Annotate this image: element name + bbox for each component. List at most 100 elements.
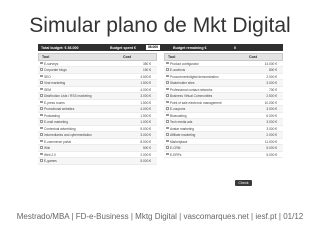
budget-spent-value: 36.000 <box>147 45 159 49</box>
tool-name: E-press rooms <box>44 100 65 105</box>
tool-checkbox[interactable] <box>166 139 169 143</box>
tool-cost: 1.500 € <box>140 81 151 85</box>
tool-name: Product configurator <box>170 61 199 66</box>
tool-checkbox[interactable] <box>40 159 43 162</box>
slide-title: Simular plano de Mkt Digital <box>29 14 291 37</box>
tool-checkbox[interactable] <box>40 74 43 78</box>
simulator-app: Total budget: € 36.000 Budget spent € 36… <box>38 44 283 194</box>
tool-checkbox[interactable] <box>166 120 169 123</box>
tool-cost: 6.000 € <box>266 113 277 118</box>
tool-cost: 2.000 € <box>266 74 277 79</box>
tool-checkbox[interactable] <box>40 81 43 84</box>
tool-cost: 14.000 € <box>264 61 277 66</box>
tool-cost: 350 € <box>143 61 151 66</box>
tool-name: Podcasting <box>44 113 60 118</box>
tool-checkbox[interactable] <box>40 61 43 65</box>
tool-list-right: Tool Cost Product configurator 14.000 € E-… <box>164 53 283 158</box>
budget-spent-label: Budget spent € <box>110 45 136 50</box>
tool-name: Professional contact networks <box>170 87 213 92</box>
tool-checkbox[interactable] <box>40 107 43 110</box>
tool-checkbox[interactable] <box>40 126 43 130</box>
tool-row[interactable]: E-ERPs 5.000 € <box>164 152 283 158</box>
tool-checkbox[interactable] <box>40 146 43 149</box>
tool-checkbox[interactable] <box>40 133 43 136</box>
tool-name: E-CRM <box>170 146 181 150</box>
tool-name: E-mail marketing <box>44 120 68 124</box>
tool-cost: 5.000 € <box>266 152 277 157</box>
tool-name: Corporate blogs <box>44 68 67 72</box>
tool-checkbox[interactable] <box>40 139 43 143</box>
tool-checkbox[interactable] <box>166 61 169 65</box>
check-button[interactable]: Check <box>235 180 252 186</box>
tool-checkbox[interactable] <box>166 68 169 71</box>
tool-name: Web 2.0 <box>44 152 56 157</box>
tool-checkbox[interactable] <box>40 120 43 123</box>
tool-checkbox[interactable] <box>166 152 169 156</box>
tool-name: Distribution Lists / RSS marketing <box>44 94 92 98</box>
tool-name: SEO <box>44 74 51 79</box>
tool-checkbox[interactable] <box>40 113 43 117</box>
tool-cost: 2.000 € <box>266 133 277 137</box>
tool-checkbox[interactable] <box>166 74 169 78</box>
tool-list-left: Tool Cost E-surveys 350 € Corporate blogs 1… <box>38 53 157 165</box>
tool-checkbox[interactable] <box>166 87 169 91</box>
tool-name: Procurement/digital demonstration <box>170 74 219 79</box>
tool-cost: 1.500 € <box>140 113 151 118</box>
tool-name: Affiliate marketing <box>170 133 196 137</box>
tool-cost: 2.000 € <box>140 152 151 157</box>
tool-cost: 1.500 € <box>140 100 151 105</box>
tool-list-header: Tool Cost <box>38 53 157 61</box>
tool-checkbox[interactable] <box>166 113 169 117</box>
tool-name: E-commerce portal <box>44 139 71 144</box>
tool-cost: 500 € <box>143 146 151 150</box>
tool-cost: 10.000 € <box>264 100 277 105</box>
cost-column-header: Cost <box>123 54 131 59</box>
tool-name: E-ERPs <box>170 152 182 157</box>
tool-checkbox[interactable] <box>166 94 169 97</box>
tool-checkbox[interactable] <box>166 81 169 84</box>
tool-checkbox[interactable] <box>40 94 43 97</box>
tool-name: SEM <box>44 87 51 92</box>
tool-checkbox[interactable] <box>40 152 43 156</box>
tool-checkbox[interactable] <box>166 146 169 149</box>
tool-name: Marketplace <box>170 139 188 144</box>
tool-checkbox[interactable] <box>40 87 43 91</box>
tool-name: E-auctions <box>170 68 186 72</box>
tool-rows-right: Product configurator 14.000 € E-auctions 80… <box>164 61 283 158</box>
tool-cost: 5.000 € <box>140 159 151 163</box>
cost-column-header: Cost <box>249 54 257 59</box>
tool-cost: 11.000 € <box>264 139 277 144</box>
tool-cost: 2.500 € <box>266 94 277 98</box>
tool-cost: 3.000 € <box>266 126 277 131</box>
budget-spent-field: 36.000 <box>146 45 160 50</box>
tool-name: Point of sale electronic management <box>170 100 222 105</box>
tool-checkbox[interactable] <box>166 107 169 110</box>
tool-cost: 3.000 € <box>266 107 277 111</box>
tool-cost: 1.000 € <box>140 120 151 124</box>
tool-checkbox[interactable] <box>166 100 169 104</box>
total-budget-label: Total budget: € 36.000 <box>41 45 79 50</box>
tool-name: E-games <box>44 159 57 163</box>
tool-cost: 4.000 € <box>140 107 151 111</box>
tool-name: Contextual advertising <box>44 126 76 131</box>
tool-cost: 4.500 € <box>140 74 151 79</box>
tool-checkbox[interactable] <box>166 133 169 136</box>
tool-cost: 3.000 € <box>266 120 277 124</box>
tool-cost: 8.000 € <box>140 139 151 144</box>
tool-cost: 5.000 € <box>140 126 151 131</box>
tool-name: E-surveys <box>44 61 59 66</box>
tool-cost: 700 € <box>269 87 277 92</box>
tool-column-header: Tool <box>42 54 50 59</box>
budget-bar: Total budget: € 36.000 Budget spent € 36… <box>38 44 283 51</box>
tool-row[interactable]: E-games 5.000 € <box>38 158 157 165</box>
tool-checkbox[interactable] <box>166 126 169 130</box>
tool-name: Infomediaries and cybermediation <box>44 133 92 137</box>
tool-checkbox[interactable] <box>40 100 43 104</box>
tool-cost: 5.000 € <box>266 146 277 150</box>
tool-column-header: Tool <box>168 54 176 59</box>
tool-rows-left: E-surveys 350 € Corporate blogs 150 € SEO 4.5… <box>38 61 157 165</box>
tool-name: Promotional websites <box>44 107 75 111</box>
tool-cost: 4.000 € <box>140 87 151 92</box>
budget-remaining-label: Budget remaining € <box>173 45 207 50</box>
tool-checkbox[interactable] <box>40 68 43 71</box>
